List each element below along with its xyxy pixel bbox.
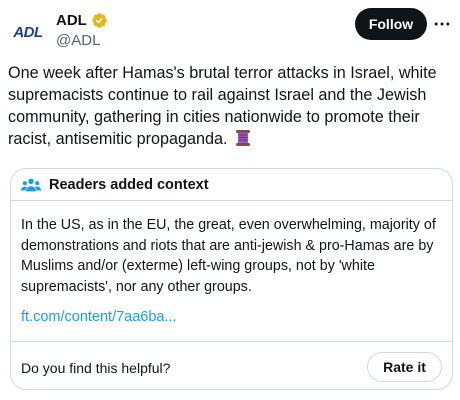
avatar[interactable]: ADL <box>8 12 48 52</box>
verified-badge-icon <box>91 12 108 29</box>
source-link[interactable]: ft.com/content/7aa6ba... <box>21 309 177 325</box>
display-name[interactable]: ADL <box>56 12 87 29</box>
user-handle[interactable]: @ADL <box>56 32 108 49</box>
rate-it-button[interactable]: Rate it <box>367 352 442 382</box>
scroll-icon <box>234 129 252 147</box>
tweet-body: One week after Hamas's brutal terror att… <box>8 64 437 148</box>
community-note-title: Readers added context <box>49 176 209 193</box>
people-icon <box>21 177 41 193</box>
user-info: ADL @ADL <box>56 10 108 49</box>
more-horizontal-icon[interactable] <box>432 14 452 34</box>
tweet-text: One week after Hamas's brutal terror att… <box>8 62 458 150</box>
name-row: ADL <box>56 10 108 30</box>
tweet-header: ADL ADL @ADL Follow <box>0 0 460 56</box>
community-note-header: Readers added context <box>11 169 452 201</box>
community-note-card: Readers added context In the US, as in t… <box>10 168 453 390</box>
community-note-footer: Do you find this helpful? Rate it <box>11 341 452 389</box>
avatar-logo: ADL <box>13 23 43 41</box>
community-note-body: In the US, as in the EU, the great, even… <box>21 217 436 295</box>
follow-button[interactable]: Follow <box>355 8 427 40</box>
helpful-question: Do you find this helpful? <box>21 360 171 376</box>
